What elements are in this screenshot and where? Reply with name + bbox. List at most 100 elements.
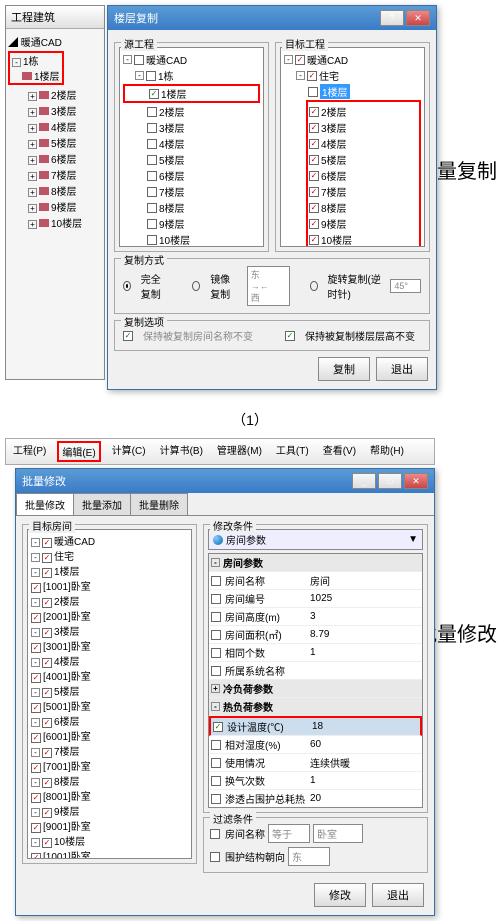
tree-room[interactable]: [3001]卧室 — [31, 638, 188, 653]
menubar: 工程(P) 编辑(E) 计算(C) 计算书(B) 管理器(M) 工具(T) 查看… — [5, 438, 435, 465]
src-floor[interactable]: 10楼层 — [123, 232, 260, 247]
menu-item[interactable]: 计算(C) — [109, 441, 149, 462]
tree-room[interactable]: [5001]卧室 — [31, 698, 188, 713]
chk-filter-orient[interactable] — [210, 852, 220, 862]
dst-floor[interactable]: 8楼层 — [309, 200, 418, 215]
source-tree[interactable]: -暖通CAD -1栋 1楼层2楼层3楼层4楼层5楼层6楼层7楼层8楼层9楼层10… — [119, 47, 264, 247]
src-floor[interactable]: 9楼层 — [123, 216, 260, 231]
chk-filter-name[interactable] — [210, 829, 220, 839]
dst-floor[interactable]: 6楼层 — [309, 168, 418, 183]
tree-floor[interactable]: +8楼层 — [8, 183, 102, 198]
src-floor[interactable]: 7楼层 — [123, 184, 260, 199]
tree-floor[interactable]: +3楼层 — [8, 103, 102, 118]
modify-button[interactable]: 修改 — [314, 883, 366, 907]
max-button[interactable]: □ — [378, 473, 402, 489]
project-tree-window: 工程建筑 ◢ 暖通CAD -1栋 1楼层 +2楼层+3楼层+4楼层+5楼层+6楼… — [5, 5, 105, 380]
batch-modify-dialog: 批量修改 _ □ ✕ 批量修改 批量添加 批量删除 目标房间 -暖通CAD -住… — [15, 468, 435, 916]
tree-room[interactable]: [9001]卧室 — [31, 818, 188, 833]
rotate-deg-select[interactable]: 45° — [390, 279, 421, 293]
globe-icon — [213, 535, 223, 545]
close-button[interactable]: ✕ — [406, 10, 430, 26]
tree-floor[interactable]: +9楼层 — [8, 199, 102, 214]
tree-room[interactable]: [6001]卧室 — [31, 728, 188, 743]
tree-floor[interactable]: +6楼层 — [8, 151, 102, 166]
menu-item[interactable]: 计算书(B) — [157, 441, 206, 462]
filter-op-select[interactable]: 等于 — [268, 824, 310, 843]
src-floor[interactable]: 5楼层 — [123, 152, 260, 167]
tree-floor[interactable]: +2楼层 — [8, 87, 102, 102]
menu-item[interactable]: 工程(P) — [10, 441, 49, 462]
tab-add[interactable]: 批量添加 — [73, 493, 131, 515]
tree-floor[interactable]: +4楼层 — [8, 119, 102, 134]
floor-copy-dialog: 楼层复制 ? ✕ 源工程 -暖通CAD -1栋 1楼层2楼层3楼层4楼层5楼层6… — [107, 5, 437, 390]
copy-opts-label: 复制选项 — [121, 314, 167, 329]
tree-room[interactable]: [4001]卧室 — [31, 668, 188, 683]
filter-val-select[interactable]: 卧室 — [313, 824, 363, 843]
target-label: 目标工程 — [282, 36, 328, 51]
tree-floor[interactable]: -1楼层 — [31, 563, 188, 578]
room-tree[interactable]: -暖通CAD -住宅 -1楼层[1001]卧室-2楼层[2001]卧室-3楼层[… — [27, 529, 192, 859]
src-floor[interactable]: 2楼层 — [123, 104, 260, 119]
tree-floor[interactable]: +10楼层 — [8, 215, 102, 230]
tree-floor[interactable]: -9楼层 — [31, 803, 188, 818]
tree-floor[interactable]: -6楼层 — [31, 713, 188, 728]
close-button-2[interactable]: ✕ — [404, 473, 428, 489]
copy-button[interactable]: 复制 — [318, 357, 370, 381]
tab-delete[interactable]: 批量删除 — [130, 493, 188, 515]
chk-keep-height[interactable] — [285, 331, 295, 341]
chk-keep-name[interactable] — [123, 331, 133, 341]
source-label: 源工程 — [121, 36, 157, 51]
dst-floor[interactable]: 1楼层 — [284, 84, 421, 99]
tree-floor[interactable]: -3楼层 — [31, 623, 188, 638]
param-grid[interactable]: -房间参数 房间名称房间 房间编号1025 房间高度(m)3 房间面积(㎡)8.… — [208, 553, 423, 808]
menu-item[interactable]: 管理器(M) — [214, 441, 265, 462]
mirror-dir-select[interactable]: 东→←西 — [247, 266, 290, 306]
menu-item[interactable]: 编辑(E) — [57, 441, 100, 462]
radio-full-copy[interactable] — [123, 281, 131, 291]
tree-room[interactable]: [7001]卧室 — [31, 758, 188, 773]
menu-item[interactable]: 工具(T) — [273, 441, 312, 462]
tree-floor[interactable]: +7楼层 — [8, 167, 102, 182]
copy-mode-label: 复制方式 — [121, 252, 167, 267]
dst-floor[interactable]: 5楼层 — [309, 152, 418, 167]
src-floor[interactable]: 4楼层 — [123, 136, 260, 151]
dst-floor[interactable]: 2楼层 — [309, 104, 418, 119]
min-button[interactable]: _ — [352, 473, 376, 489]
tree-floor[interactable]: -4楼层 — [31, 653, 188, 668]
tree-room[interactable]: [1001]卧室 — [31, 578, 188, 593]
tree-floor[interactable]: -8楼层 — [31, 773, 188, 788]
target-room-label: 目标房间 — [29, 518, 75, 533]
src-floor[interactable]: 3楼层 — [123, 120, 260, 135]
dst-floor[interactable]: 9楼层 — [309, 216, 418, 231]
src-floor[interactable]: 1楼层 — [123, 84, 260, 103]
filter-orient-select[interactable]: 东 — [288, 847, 330, 866]
dst-floor[interactable]: 10楼层 — [309, 232, 418, 247]
tree-root[interactable]: ◢ 暖通CAD — [8, 34, 102, 49]
tree-floor[interactable]: -2楼层 — [31, 593, 188, 608]
dst-floor[interactable]: 7楼层 — [309, 184, 418, 199]
filter-label: 过滤条件 — [210, 811, 256, 826]
target-tree[interactable]: -暖通CAD -住宅 1楼层2楼层3楼层4楼层5楼层6楼层7楼层8楼层9楼层10… — [280, 47, 425, 247]
dst-floor[interactable]: 3楼层 — [309, 120, 418, 135]
radio-mirror-copy[interactable] — [192, 281, 200, 291]
tree-floor[interactable]: -7楼层 — [31, 743, 188, 758]
tree-floor[interactable]: +5楼层 — [8, 135, 102, 150]
tab-modify[interactable]: 批量修改 — [16, 493, 74, 515]
menu-item[interactable]: 查看(V) — [320, 441, 359, 462]
tree-floor[interactable]: -5楼层 — [31, 683, 188, 698]
dst-floor[interactable]: 4楼层 — [309, 136, 418, 151]
exit-button-2[interactable]: 退出 — [372, 883, 424, 907]
help-button[interactable]: ? — [380, 10, 404, 26]
caption-1: （1） — [0, 410, 500, 430]
tree-floor[interactable]: -10楼层 — [31, 833, 188, 848]
tree-building[interactable]: -1栋 1楼层 — [8, 51, 64, 85]
src-floor[interactable]: 6楼层 — [123, 168, 260, 183]
row-design-temp[interactable]: 设计温度(℃)18 — [209, 716, 422, 736]
tree-room[interactable]: [1001]卧室 — [31, 848, 188, 859]
tree-room[interactable]: [8001]卧室 — [31, 788, 188, 803]
radio-rotate-copy[interactable] — [310, 281, 318, 291]
src-floor[interactable]: 8楼层 — [123, 200, 260, 215]
menu-item[interactable]: 帮助(H) — [367, 441, 407, 462]
exit-button[interactable]: 退出 — [376, 357, 428, 381]
tree-room[interactable]: [2001]卧室 — [31, 608, 188, 623]
